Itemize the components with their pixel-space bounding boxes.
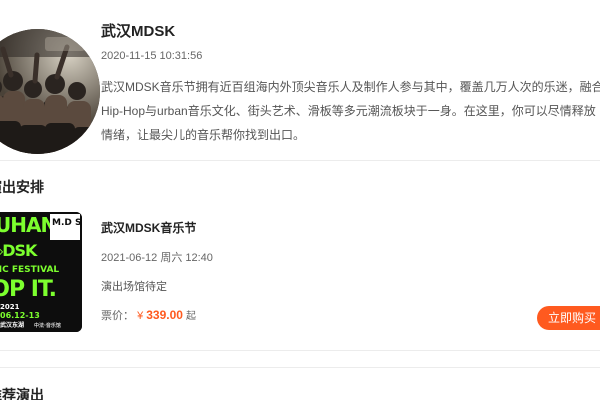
poster-text-year: 2021 — [0, 303, 20, 311]
poster-text-city: 武汉东湖 — [0, 321, 24, 329]
show-venue: 演出场馆待定 — [101, 281, 167, 293]
poster-text-dopit: DOP IT. — [0, 277, 56, 302]
recommend-section-title: 推荐演出 — [0, 387, 44, 400]
section-divider — [0, 350, 600, 351]
price-currency: ¥ — [137, 310, 144, 322]
description-line: 情绪，让最尖儿的音乐帮你找到出口。 — [101, 128, 306, 142]
show-datetime: 2021-06-12 周六 12:40 — [101, 252, 213, 264]
organizer-avatar[interactable] — [0, 29, 100, 154]
description-line: 武汉MDSK音乐节拥有近百组海内外顶尖音乐人及制作人参与其中，覆盖几万人次的乐迷… — [101, 80, 600, 94]
poster-text-mdsk: M◇DSK — [0, 241, 38, 260]
section-divider — [0, 160, 600, 161]
festival-poster-image: WUHAN M.D S.K M◇DSK MUSIC FESTIVAL DOP I… — [0, 212, 82, 332]
description-line: Hip-Hop与urban音乐文化、街头艺术、滑板等多元潮流板块于一身。在这里，… — [101, 104, 596, 118]
show-title[interactable]: 武汉MDSK音乐节 — [101, 219, 196, 236]
section-divider — [0, 367, 600, 368]
buy-now-button[interactable]: 立即购买 — [537, 306, 600, 330]
organizer-card: 武汉MDSK 2020-11-15 10:31:56 武汉MDSK音乐节拥有近百… — [0, 0, 600, 160]
poster-text-venue: 中法·音乐馆 — [34, 322, 61, 329]
price-amount: 339.00 — [146, 308, 183, 322]
show-price: 票价： ¥ 339.00 起 — [101, 307, 196, 323]
show-poster[interactable]: WUHAN M.D S.K M◇DSK MUSIC FESTIVAL DOP I… — [0, 212, 82, 332]
schedule-section-title: 演出安排 — [0, 179, 44, 195]
price-label: 票价： — [101, 310, 134, 322]
organizer-timestamp: 2020-11-15 10:31:56 — [101, 50, 203, 62]
show-card[interactable]: WUHAN M.D S.K M◇DSK MUSIC FESTIVAL DOP I… — [0, 200, 600, 350]
poster-text-badge: M.D S.K — [52, 218, 82, 228]
poster-text-dates: 06.12-13 — [0, 311, 40, 320]
organizer-name[interactable]: 武汉MDSK — [101, 20, 175, 41]
crowd-photo-image — [0, 29, 100, 154]
organizer-description: 武汉MDSK音乐节拥有近百组海内外顶尖音乐人及制作人参与其中，覆盖几万人次的乐迷… — [101, 75, 600, 147]
poster-text-festival: MUSIC FESTIVAL — [0, 265, 59, 275]
price-suffix: 起 — [186, 311, 197, 322]
poster-text-wuhan: WUHAN — [0, 213, 56, 237]
